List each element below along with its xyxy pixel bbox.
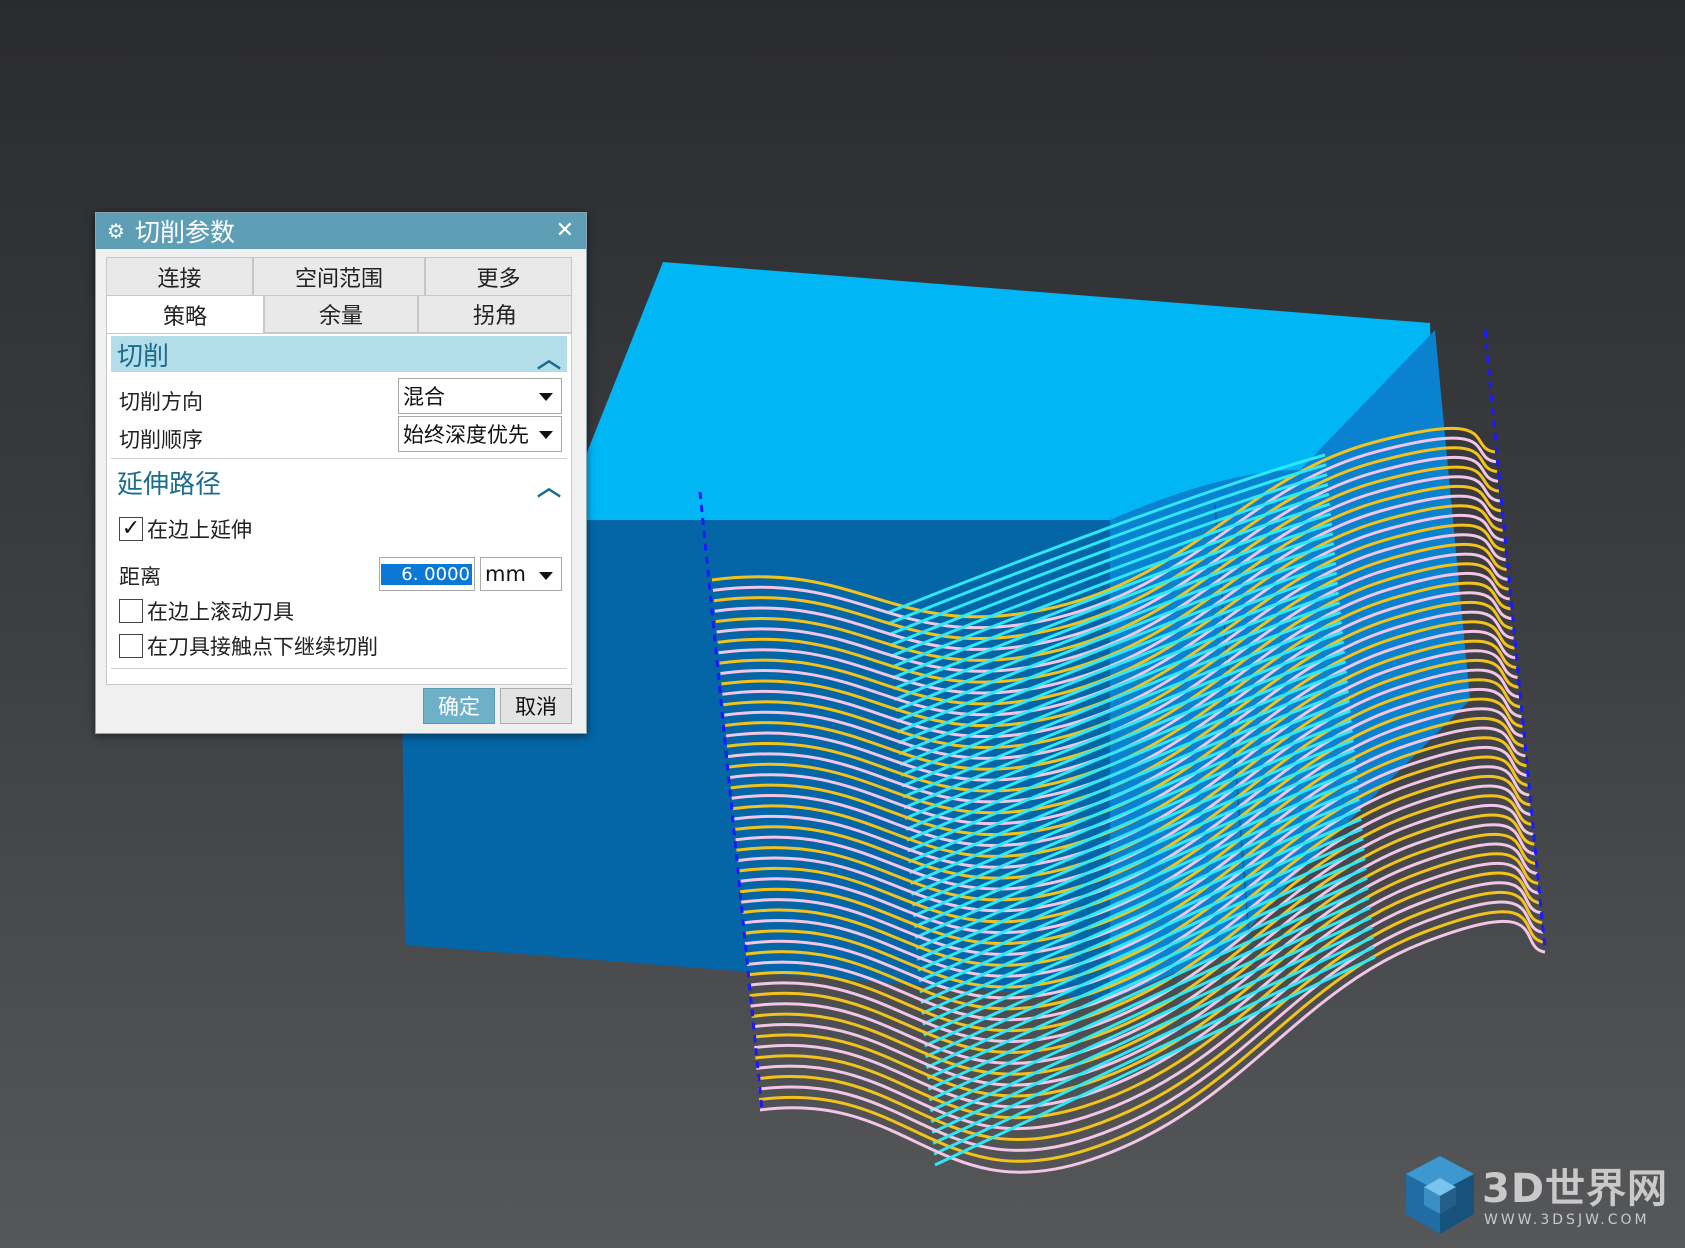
- tab-spatial-range[interactable]: 空间范围: [253, 257, 425, 295]
- distance-unit-select[interactable]: mm: [480, 557, 562, 591]
- tab-stock[interactable]: 余量: [264, 295, 418, 333]
- collapse-chevron-icon[interactable]: ︿: [537, 467, 561, 502]
- continue-cut-label: 在刀具接触点下继续切削: [147, 635, 378, 659]
- cut-direction-value: 混合: [403, 385, 445, 409]
- cancel-button[interactable]: 取消: [500, 688, 572, 724]
- roll-tool-checkbox[interactable]: 在边上滚动刀具: [119, 596, 294, 626]
- cutting-parameters-dialog: ⚙ 切削参数 ✕ 连接 空间范围 更多 策略 余量 拐角 切削 ︿ 切削方向 混…: [95, 212, 587, 734]
- watermark: 3D世界网 WWW.3DSJW.COM: [1400, 1152, 1670, 1242]
- dropdown-arrow-icon: [539, 572, 553, 580]
- cut-order-value: 始终深度优先: [403, 423, 529, 447]
- roll-tool-label: 在边上滚动刀具: [147, 600, 294, 624]
- cut-direction-label: 切削方向: [119, 390, 203, 414]
- tab-corner[interactable]: 拐角: [418, 295, 572, 333]
- cube-logo-icon: [1406, 1156, 1474, 1234]
- section-divider: [111, 668, 567, 669]
- cut-direction-select[interactable]: 混合: [398, 378, 562, 414]
- distance-value: 6. 0000: [381, 563, 472, 585]
- extend-on-edges-label: 在边上延伸: [147, 518, 252, 542]
- checkbox-unchecked-icon[interactable]: [119, 634, 143, 658]
- collapse-chevron-icon[interactable]: ︿: [537, 339, 561, 374]
- section-extend-header[interactable]: 延伸路径 ︿: [111, 464, 567, 502]
- distance-label: 距离: [119, 565, 161, 589]
- tab-bar: 连接 空间范围 更多 策略 余量 拐角: [106, 257, 572, 333]
- dialog-titlebar[interactable]: ⚙ 切削参数 ✕: [96, 213, 586, 249]
- dropdown-arrow-icon: [539, 393, 553, 401]
- tab-more[interactable]: 更多: [425, 257, 572, 295]
- continue-cut-checkbox[interactable]: 在刀具接触点下继续切削: [119, 631, 378, 661]
- tab-strategy[interactable]: 策略: [106, 295, 264, 333]
- cut-order-select[interactable]: 始终深度优先: [398, 416, 562, 452]
- checkbox-unchecked-icon[interactable]: [119, 599, 143, 623]
- section-divider: [111, 458, 567, 459]
- dialog-title: 切削参数: [135, 218, 236, 247]
- strategy-panel: 切削 ︿ 切削方向 混合 切削顺序 始终深度优先 延伸路径 ︿ ✓ 在边上延伸 …: [106, 333, 572, 685]
- ok-button[interactable]: 确定: [423, 688, 495, 724]
- section-cut-title: 切削: [117, 341, 170, 372]
- tab-connect[interactable]: 连接: [106, 257, 253, 295]
- watermark-text: 3D世界网: [1482, 1166, 1669, 1212]
- distance-unit-value: mm: [485, 562, 526, 586]
- dropdown-arrow-icon: [539, 431, 553, 439]
- checkbox-checked-icon[interactable]: ✓: [119, 517, 143, 541]
- distance-input[interactable]: 6. 0000: [379, 557, 475, 591]
- watermark-url: WWW.3DSJW.COM: [1484, 1212, 1650, 1228]
- gear-icon: ⚙: [107, 219, 125, 243]
- section-extend-title: 延伸路径: [117, 469, 222, 500]
- cut-order-label: 切削顺序: [119, 428, 203, 452]
- close-icon[interactable]: ✕: [556, 218, 574, 243]
- extend-on-edges-checkbox[interactable]: ✓ 在边上延伸: [119, 514, 252, 544]
- section-cut-header[interactable]: 切削 ︿: [111, 336, 567, 374]
